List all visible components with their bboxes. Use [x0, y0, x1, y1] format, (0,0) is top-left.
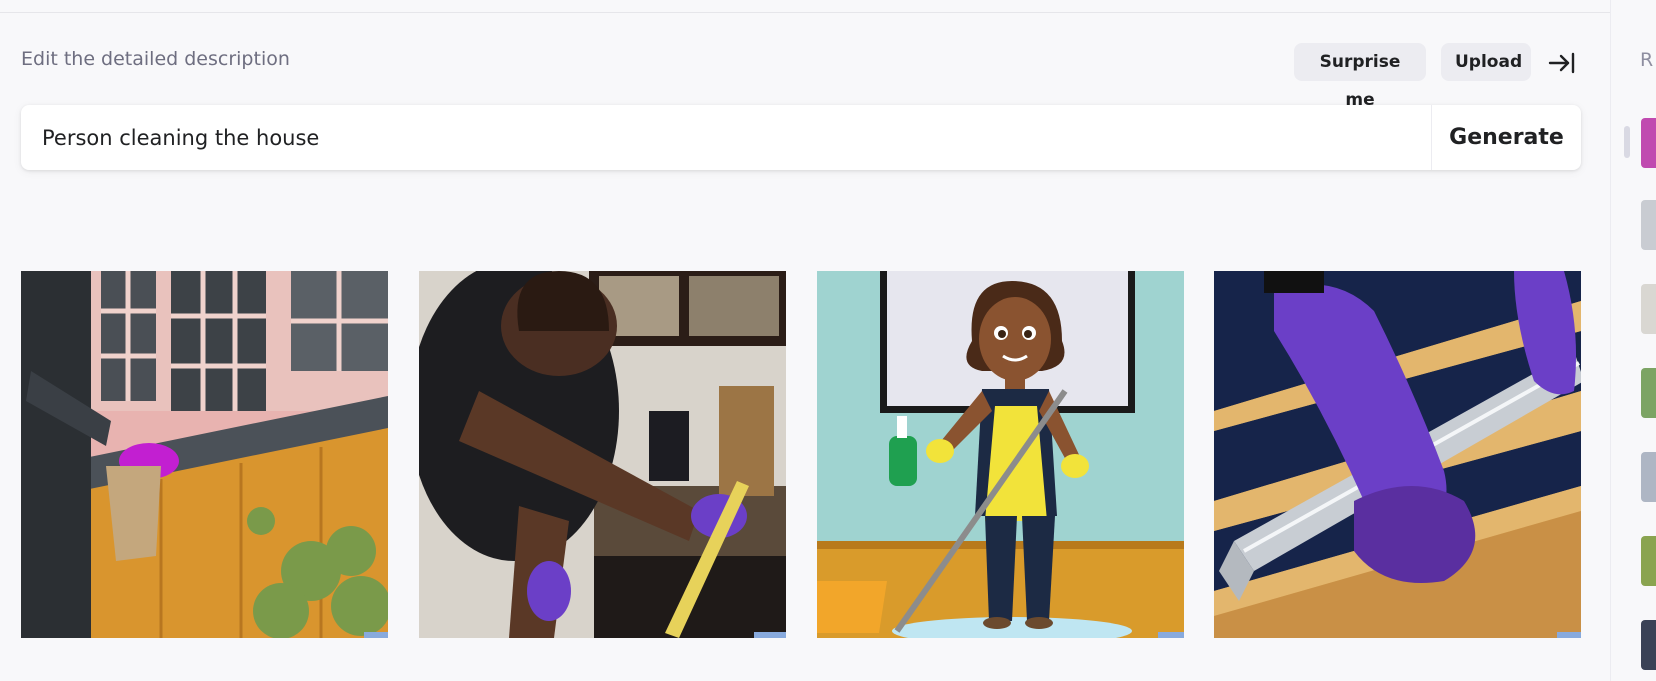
sidebar-scrollbar[interactable] [1624, 126, 1630, 158]
result-image-3-art [817, 271, 1184, 638]
prompt-input[interactable] [21, 105, 1431, 170]
generate-button[interactable]: Generate [1432, 105, 1581, 170]
history-thumbnail[interactable] [1641, 284, 1656, 334]
result-image-2-art [419, 271, 786, 638]
result-image-1[interactable] [21, 271, 388, 638]
result-image-4[interactable] [1214, 271, 1581, 638]
history-thumbnail[interactable] [1641, 620, 1656, 670]
result-image-3[interactable] [817, 271, 1184, 638]
prompt-box: Generate [21, 105, 1581, 170]
result-image-1-art [21, 271, 388, 638]
history-thumbnail[interactable] [1641, 536, 1656, 586]
result-image-4-art [1214, 271, 1581, 638]
edit-description-label: Edit the detailed description [21, 48, 290, 70]
history-thumbnail[interactable] [1641, 368, 1656, 418]
history-thumbnail[interactable] [1641, 200, 1656, 250]
history-thumbnail[interactable] [1641, 118, 1656, 168]
result-image-2[interactable] [419, 271, 786, 638]
collapse-right-icon[interactable] [1546, 47, 1578, 79]
surprise-me-button[interactable]: Surprise me [1294, 43, 1426, 110]
history-thumbnail[interactable] [1641, 452, 1656, 502]
sidebar-label: R [1640, 49, 1654, 71]
main-panel: Edit the detailed description Surprise m… [0, 0, 1610, 681]
upload-button[interactable]: Upload [1441, 43, 1531, 81]
